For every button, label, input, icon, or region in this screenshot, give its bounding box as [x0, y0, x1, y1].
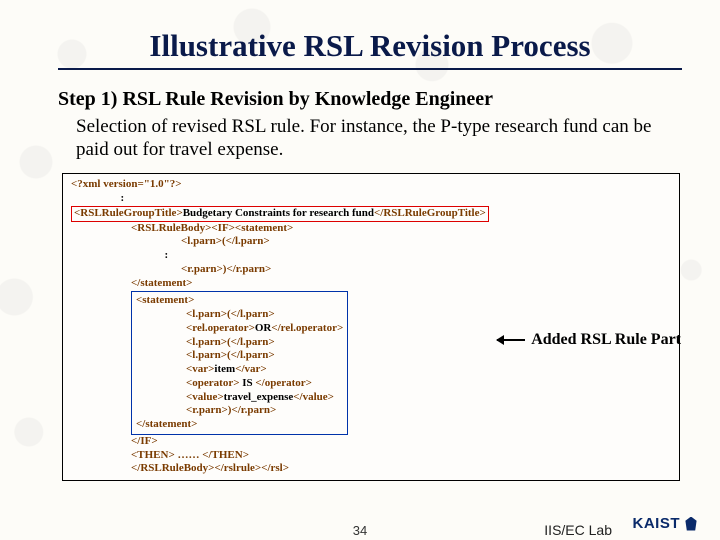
logo-icon — [684, 517, 698, 531]
slide-title: Illustrative RSL Revision Process — [58, 28, 682, 70]
code-line: <THEN> …… </THEN> — [131, 449, 249, 461]
code-line: <RSLRuleBody><IF><statement> — [131, 222, 293, 234]
added-rule-box: <statement> <l.parn>(</l.parn> <rel.oper… — [131, 291, 348, 435]
step-heading: Step 1) RSL Rule Revision by Knowledge E… — [58, 88, 682, 111]
code-line: </IF> — [131, 435, 158, 447]
code-box: <?xml version="1.0"?> : <RSLRuleGroupTit… — [62, 173, 680, 481]
code-dots — [71, 192, 121, 204]
lab-label: IIS/EC Lab — [544, 522, 612, 538]
code-line: </statement> — [131, 277, 192, 289]
slide: Illustrative RSL Revision Process Step 1… — [0, 0, 720, 540]
step-description: Selection of revised RSL rule. For insta… — [76, 115, 682, 161]
kaist-logo: KAIST — [633, 515, 699, 532]
arrow-left-icon — [497, 339, 525, 341]
code-line: <l.parn>(</l.parn> — [181, 235, 270, 247]
highlight-group-title: <RSLRuleGroupTitle>Budgetary Constraints… — [71, 206, 489, 222]
added-rule-label: Added RSL Rule Part — [497, 330, 681, 350]
code-line: <r.parn>)</r.parn> — [181, 263, 271, 275]
code-line: </RSLRuleBody></rslrule></rsl> — [131, 462, 289, 474]
code-line: <?xml version="1.0"?> — [71, 178, 181, 190]
page-number: 34 — [353, 523, 367, 538]
